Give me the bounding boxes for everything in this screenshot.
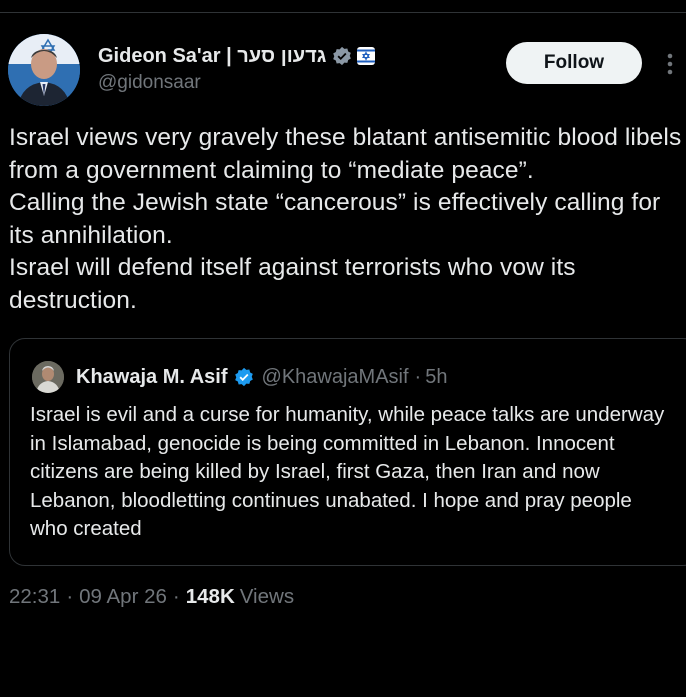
top-divider [0,12,686,13]
views-count[interactable]: 148K [186,585,235,609]
more-options-icon[interactable] [660,50,680,78]
follow-button[interactable]: Follow [506,42,642,84]
author-handle[interactable]: @gidonsaar [98,72,376,94]
author-avatar[interactable] [8,34,80,106]
tweet-header: Gideon Sa'ar | גדעון סער @gidonsaar Foll… [0,34,686,110]
tweet-time[interactable]: 22:31 [9,585,60,609]
verified-badge-icon [332,46,352,66]
government-affiliation-icon [356,46,376,66]
tweet-meta: 22:31 · 09 Apr 26 · 148K Views [9,583,294,611]
author-name-row: Gideon Sa'ar | גדעון סער [98,44,376,68]
quoted-tweet-text: Israel is evil and a curse for humanity,… [30,403,665,540]
verified-badge-icon [234,367,254,387]
meta-separator: · [66,585,74,608]
quoted-author-name[interactable]: Khawaja M. Asif [76,366,228,389]
quoted-author-avatar[interactable] [32,361,64,393]
quoted-author-handle[interactable]: @KhawajaMAsif [262,366,409,389]
meta-separator: · [172,585,180,608]
views-label: Views [239,585,295,608]
quoted-tweet-card[interactable]: Khawaja M. Asif @KhawajaMAsif · 5h Israe… [9,338,686,566]
quoted-timestamp[interactable]: 5h [425,366,447,389]
tweet-date[interactable]: 09 Apr 26 [79,585,167,609]
author-block: Gideon Sa'ar | גדעון סער @gidonsaar [98,44,376,94]
quoted-tweet-header: Khawaja M. Asif @KhawajaMAsif · 5h [32,361,447,393]
quoted-separator: · [414,365,422,388]
tweet-text: Israel views very gravely these blatant … [9,124,682,314]
author-display-name[interactable]: Gideon Sa'ar | גדעון סער [98,45,326,68]
